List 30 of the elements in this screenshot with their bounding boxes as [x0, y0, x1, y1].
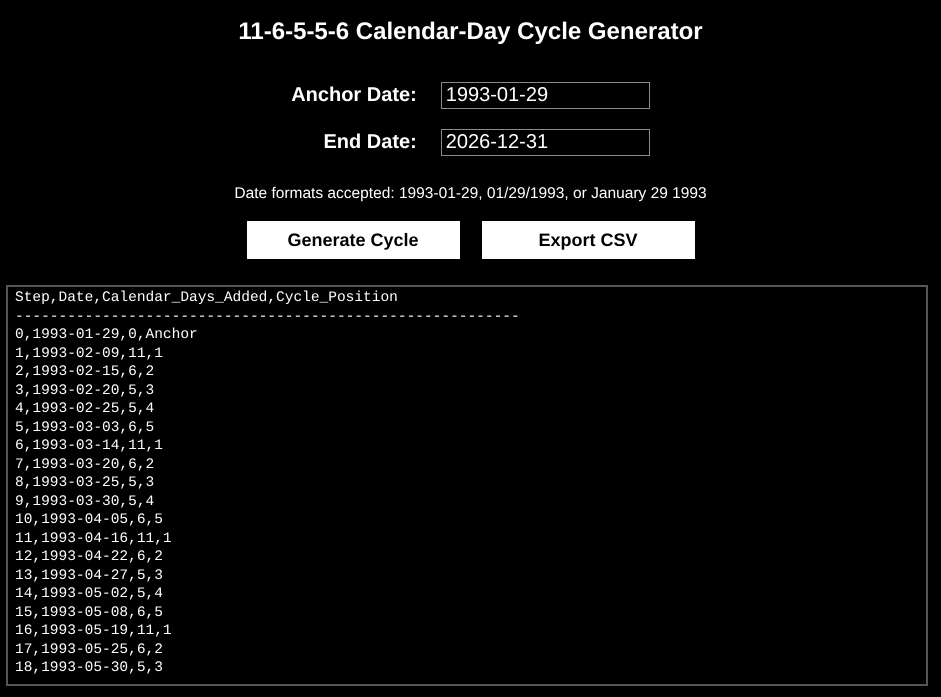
csv-line: Step,Date,Calendar_Days_Added,Cycle_Position — [15, 289, 398, 308]
csv-line: 1,1993-02-09,11,1 — [15, 344, 163, 363]
field-label: Anchor Date: — [291, 84, 417, 107]
csv-line: 11,1993-04-16,11,1 — [15, 530, 172, 548]
csv-line: 3,1993-02-20,5,3 — [15, 382, 154, 400]
page-title: 11-6-5-5-6 Calendar-Day Cycle Generator — [238, 17, 703, 47]
csv-line: 18,1993-05-30,5,3 — [15, 659, 163, 678]
csv-line: 15,1993-05-08,6,5 — [15, 604, 163, 622]
csv-line: 9,1993-03-30,5,4 — [15, 492, 154, 511]
csv-line: 16,1993-05-19,11,1 — [15, 622, 172, 640]
date-input[interactable]: 2026-12-31 — [440, 129, 650, 156]
csv-line: 2,1993-02-15,6,2 — [15, 363, 154, 382]
generate-button[interactable]: Generate Cycle — [246, 221, 460, 259]
export-button[interactable]: Export CSV — [482, 221, 694, 259]
output-textarea[interactable] — [6, 285, 928, 686]
csv-line: 14,1993-05-02,5,4 — [15, 585, 163, 604]
csv-line: 12,1993-04-22,6,2 — [15, 548, 163, 566]
csv-line: 6,1993-03-14,11,1 — [15, 437, 163, 456]
csv-line: 7,1993-03-20,6,2 — [15, 456, 154, 474]
csv-line: ---------------------------------------------------------- — [15, 308, 520, 326]
csv-line: 0,1993-01-29,0,Anchor — [15, 326, 198, 344]
format-hint: Date formats accepted: 1993-01-29, 01/29/1993, or January 29 1993 — [234, 185, 707, 203]
csv-line: 5,1993-03-03,6,5 — [15, 418, 154, 437]
csv-line: 17,1993-05-25,6,2 — [15, 640, 163, 659]
date-input[interactable]: 1993-01-29 — [440, 82, 650, 109]
csv-line: 13,1993-04-27,5,3 — [15, 566, 163, 585]
csv-line: 8,1993-03-25,5,3 — [15, 474, 154, 492]
csv-line: 4,1993-02-25,5,4 — [15, 400, 154, 418]
field-label: End Date: — [322, 131, 417, 154]
csv-line: 10,1993-04-05,6,5 — [15, 511, 163, 530]
